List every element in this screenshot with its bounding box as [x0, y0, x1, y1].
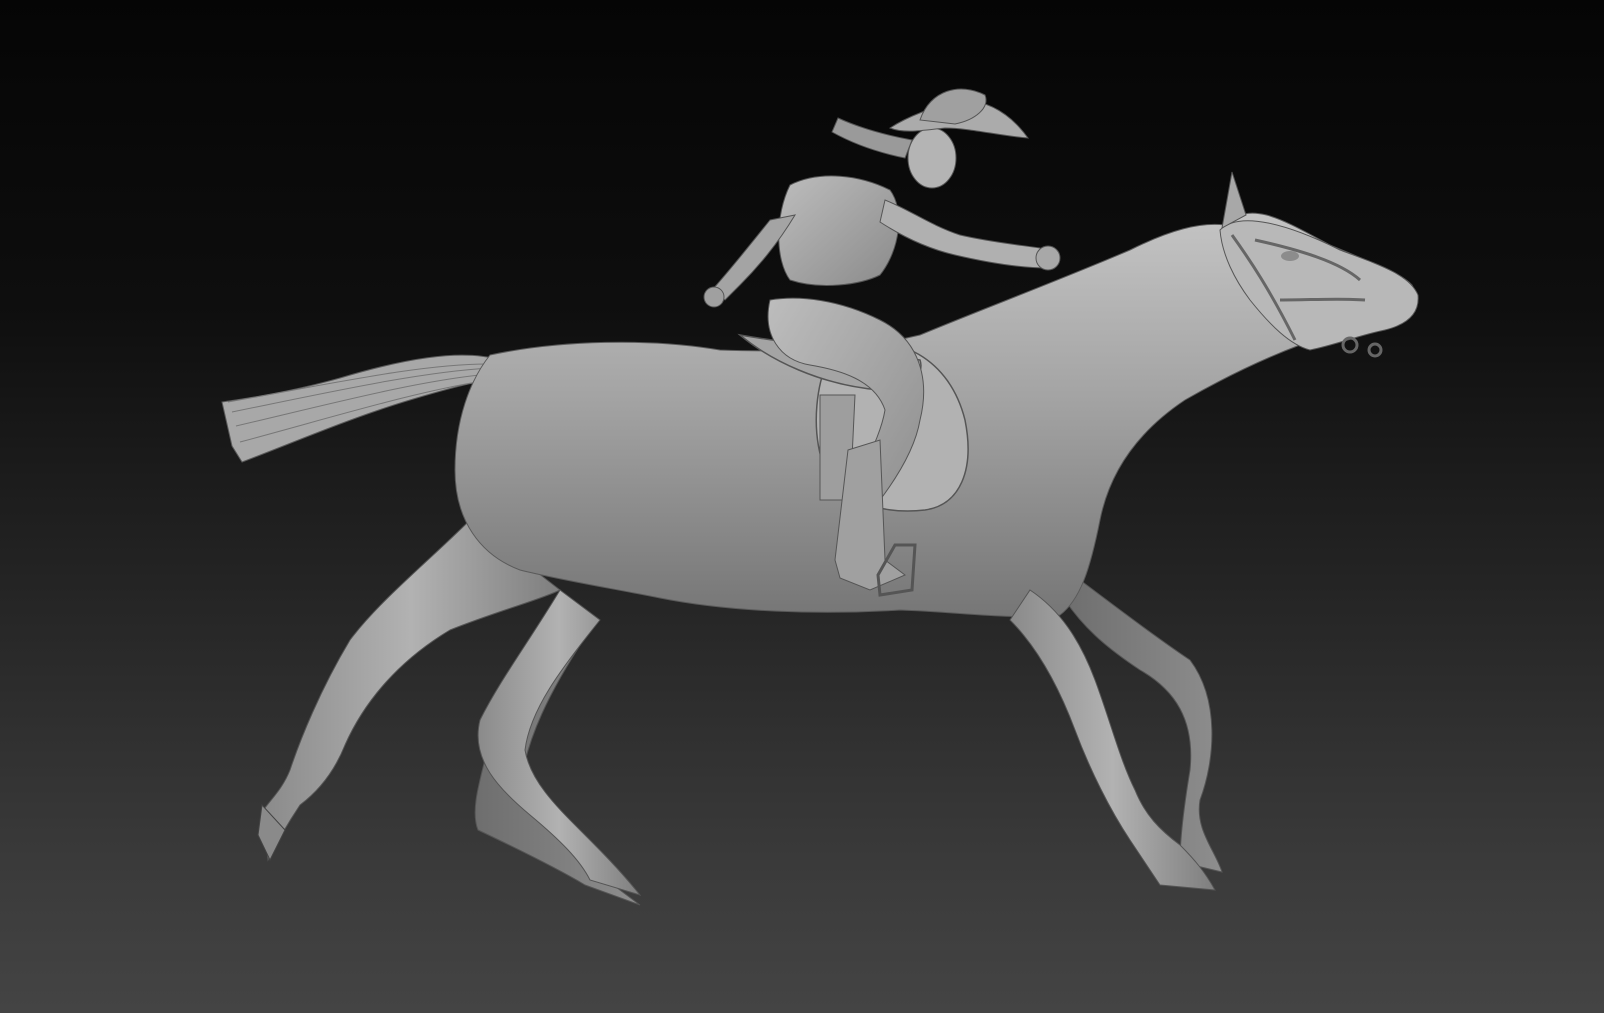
rider-fist-forward	[1035, 245, 1061, 271]
rider-torso	[778, 175, 900, 286]
viewport-canvas[interactable]	[0, 0, 1604, 1013]
rider-arm-forward	[879, 199, 1049, 269]
sculpt-render	[221, 88, 1419, 906]
rider-head	[907, 127, 957, 189]
horse-eye	[1281, 251, 1299, 261]
rider-fist-back	[703, 286, 725, 308]
